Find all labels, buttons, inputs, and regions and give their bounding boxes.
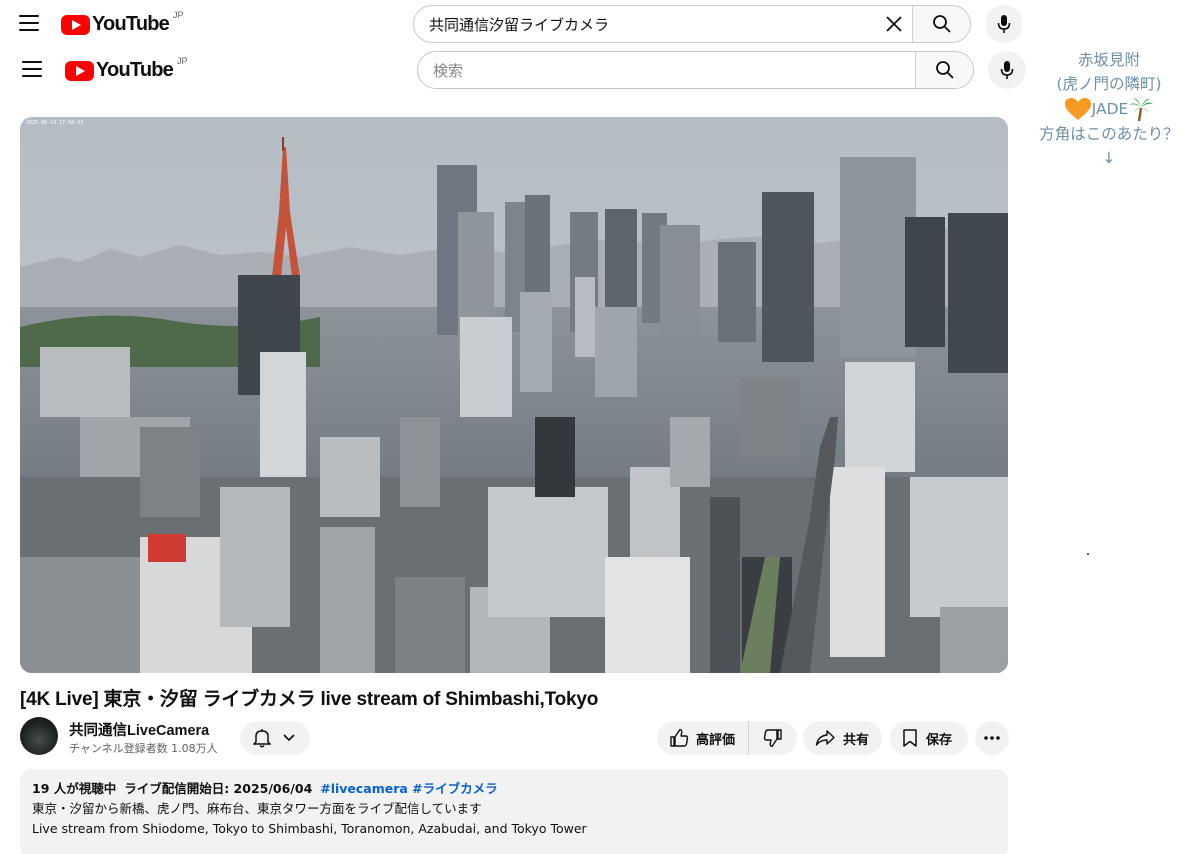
search-query-text: 共同通信汐留ライブカメラ — [429, 15, 610, 34]
search-icon — [935, 61, 954, 79]
microphone-icon — [1000, 61, 1014, 79]
save-button[interactable]: 保存 — [890, 721, 968, 755]
stream-start-date: ライブ配信開始日: 2025/06/04 — [124, 781, 313, 796]
annotation-line-1: 赤坂見附 — [1077, 51, 1140, 69]
thumbs-down-icon — [763, 729, 782, 748]
description-meta: 19 人が視聴中 ライブ配信開始日: 2025/06/04 #livecamer… — [32, 779, 996, 799]
description-line-jp: 東京・汐留から新橋、虎ノ門、麻布台、東京タワー方面をライブ配信しています — [32, 801, 482, 816]
hamburger-menu-icon[interactable] — [19, 15, 39, 31]
share-label: 共有 — [843, 731, 870, 747]
subscriber-count: チャンネル登録者数 1.08万人 — [69, 742, 218, 755]
viewer-count: 19 人が視聴中 — [32, 781, 117, 796]
save-label: 保存 — [926, 731, 953, 747]
share-arrow-icon — [815, 730, 835, 746]
youtube-logo[interactable]: YouTube JP — [61, 9, 184, 36]
like-button[interactable]: 高評価 — [657, 721, 749, 755]
video-player[interactable]: 2025-06-14 17:58:43 — [20, 117, 1008, 673]
search-bar: 共同通信汐留ライブカメラ — [413, 5, 971, 43]
hashtag-links[interactable]: #livecamera #ライブカメラ — [320, 781, 497, 796]
annotation-line-2: (虎ノ門の隣町) — [1056, 75, 1162, 93]
masthead-top: YouTube JP 共同通信汐留ライブカメラ — [0, 0, 1030, 46]
notification-bell-button[interactable] — [240, 721, 310, 755]
microphone-button[interactable] — [985, 5, 1023, 43]
dislike-button[interactable] — [749, 728, 797, 748]
microphone-icon — [997, 15, 1011, 33]
hamburger-menu-icon[interactable] — [22, 61, 42, 77]
video-title: [4K Live] 東京・汐留 ライブカメラ live stream of Sh… — [20, 689, 599, 710]
masthead-second: YouTube JP 検索 — [0, 46, 1030, 92]
thumbs-up-icon — [670, 728, 689, 747]
annotation-jade: JADE — [1030, 96, 1188, 122]
palm-tree-icon — [1129, 98, 1154, 122]
description-box[interactable]: 19 人が視聴中 ライブ配信開始日: 2025/06/04 #livecamer… — [20, 769, 1008, 854]
youtube-play-icon — [65, 60, 94, 81]
search-bar: 検索 — [417, 51, 974, 89]
logo-text: YouTube — [92, 13, 170, 35]
down-arrow-icon: ↓ — [1102, 149, 1116, 167]
annotation-jade-text: JADE — [1091, 100, 1129, 118]
more-horizontal-icon — [984, 736, 1000, 740]
search-input[interactable]: 共同通信汐留ライブカメラ — [414, 6, 876, 42]
search-icon — [932, 15, 951, 33]
orange-heart-icon — [1064, 98, 1091, 120]
share-button[interactable]: 共有 — [803, 721, 882, 755]
youtube-logo[interactable]: YouTube JP — [65, 55, 188, 82]
country-code: JP — [176, 55, 188, 66]
channel-name[interactable]: 共同通信LiveCamera — [69, 719, 209, 740]
description-line-en: Live stream from Shiodome, Tokyo to Shim… — [32, 821, 587, 836]
search-placeholder: 検索 — [433, 61, 464, 80]
search-button[interactable] — [912, 6, 970, 42]
more-actions-button[interactable] — [975, 721, 1009, 755]
logo-text: YouTube — [96, 59, 174, 81]
bell-icon — [253, 729, 271, 748]
city-skyline-frame — [20, 117, 1008, 673]
search-input[interactable]: 検索 — [418, 52, 915, 88]
stray-dot — [1087, 553, 1089, 555]
like-dislike-group: 高評価 — [657, 721, 797, 755]
country-code: JP — [172, 9, 184, 20]
microphone-button[interactable] — [988, 51, 1026, 89]
channel-avatar[interactable] — [20, 717, 58, 755]
video-timestamp: 2025-06-14 17:58:43 — [26, 120, 84, 126]
annotation-line-4: 方角はこのあたり？ — [1039, 125, 1179, 143]
search-button[interactable] — [915, 52, 973, 88]
bookmark-icon — [903, 729, 917, 747]
youtube-play-icon — [61, 14, 90, 35]
close-icon[interactable] — [876, 6, 912, 42]
chevron-down-icon — [283, 734, 295, 742]
like-label: 高評価 — [696, 731, 736, 747]
handwritten-annotation: 赤坂見附 (虎ノ門の隣町) JADE 方角はこのあたり？ ↓ — [1030, 48, 1188, 170]
